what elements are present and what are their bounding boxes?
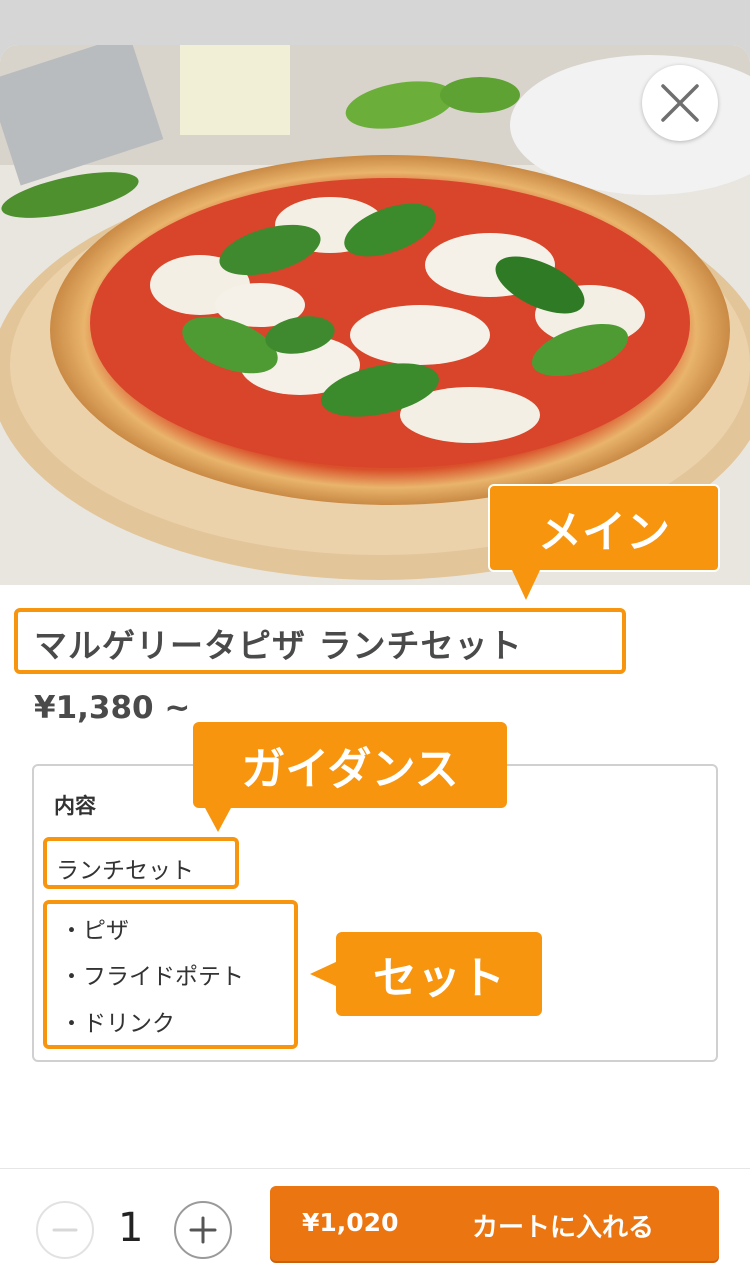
product-detail-sheet: メイン マルゲリータピザ ランチセット ¥1,380 ~ 内容 ガイダンス ラン… [0, 45, 750, 1277]
annotation-main-pointer [512, 570, 540, 600]
cart-button-label: カートに入れる [472, 1213, 655, 1243]
product-title: マルゲリータピザ ランチセット [34, 626, 523, 665]
annotation-set-pointer [310, 961, 338, 987]
set-item: ・ドリンク [60, 1011, 175, 1037]
cart-price: ¥1,020 [302, 1208, 399, 1237]
close-button[interactable] [642, 65, 718, 141]
close-icon [661, 84, 699, 122]
plus-icon [189, 1216, 217, 1244]
add-to-cart-bar: 1 ¥1,020 カートに入れる [0, 1168, 750, 1277]
set-name: ランチセット [56, 858, 194, 884]
annotation-guidance-pointer [204, 806, 232, 832]
minus-icon [52, 1228, 78, 1232]
product-price: ¥1,380 ~ [34, 690, 191, 726]
annotation-guidance: ガイダンス [193, 722, 507, 808]
quantity-value: 1 [118, 1205, 144, 1251]
decrease-quantity-button[interactable] [36, 1201, 94, 1259]
increase-quantity-button[interactable] [174, 1201, 232, 1259]
contents-heading: 内容 [54, 794, 96, 818]
annotation-set: セット [336, 932, 542, 1016]
set-item: ・フライドポテト [60, 964, 244, 990]
set-item: ・ピザ [60, 918, 129, 944]
annotation-main: メイン [488, 484, 720, 572]
add-to-cart-button[interactable]: ¥1,020 カートに入れる [270, 1186, 719, 1261]
